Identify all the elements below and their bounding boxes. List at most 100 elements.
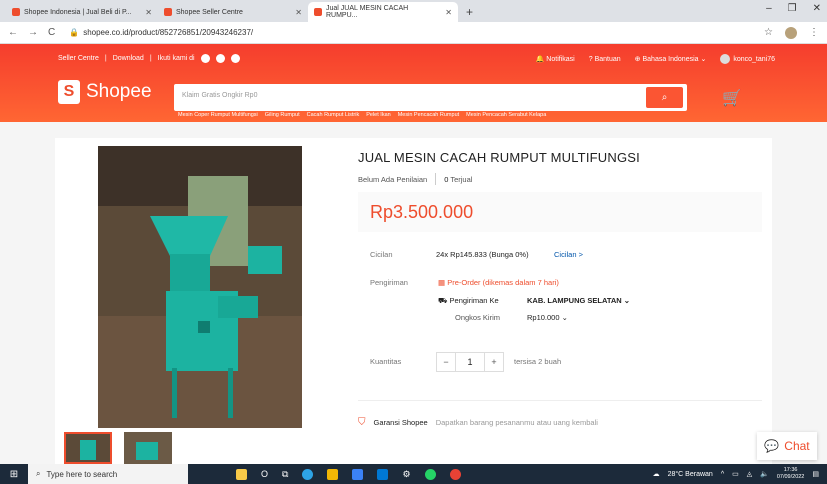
minimize-icon[interactable]: – — [766, 3, 772, 14]
windows-taskbar: ⊞ ⌕ Type here to search O ⧉ ⚙ ☁ 28°C Ber… — [0, 464, 827, 484]
file-explorer-icon[interactable] — [327, 468, 339, 480]
clock[interactable]: 17:36 07/09/2022 — [777, 467, 805, 480]
quantity-label: Kuantitas — [370, 357, 402, 366]
whatsapp-icon[interactable] — [424, 468, 436, 480]
calendar-icon: ▦ — [438, 278, 446, 287]
edge-icon[interactable] — [302, 468, 314, 480]
help-link[interactable]: ? Bantuan — [589, 56, 621, 63]
sold-count: 0 — [444, 174, 449, 184]
chat-bubble-icon: 💬 — [764, 439, 780, 453]
tab-title: Jual JUAL MESIN CACAH RUMPU... — [325, 5, 409, 19]
store-icon[interactable] — [352, 468, 364, 480]
line-icon[interactable] — [230, 54, 240, 63]
close-icon[interactable]: ✕ — [145, 8, 152, 17]
url-text: shopee.co.id/product/852726851/209432462… — [83, 28, 254, 37]
shopee-favicon-icon — [164, 8, 172, 16]
widget-icon[interactable] — [236, 468, 247, 480]
cart-icon[interactable]: 🛒 — [722, 88, 742, 108]
notification-center-icon[interactable]: ▤ — [812, 470, 819, 478]
new-tab-icon[interactable]: + — [466, 5, 473, 19]
product-price: Rp3.500.000 — [370, 202, 474, 222]
menu-dots-icon[interactable]: ⋮ — [809, 27, 819, 38]
quantity-input[interactable]: 1 — [455, 353, 485, 371]
rating-row: Belum Ada Penilaian 0 Terjual — [358, 173, 472, 185]
language-select[interactable]: ⊕ Bahasa Indonesia ⌄ — [635, 55, 707, 63]
chat-button[interactable]: 💬 Chat — [757, 432, 817, 460]
windows-start-icon[interactable]: ⊞ — [0, 469, 28, 480]
browser-tab[interactable]: Shopee Indonesia | Jual Beli di P... ✕ — [6, 2, 158, 22]
facebook-icon[interactable] — [200, 54, 210, 63]
thumbnail-image[interactable] — [64, 432, 112, 464]
ship-to-select[interactable]: KAB. LAMPUNG SELATAN ⌄ — [527, 296, 630, 305]
close-icon[interactable]: ✕ — [445, 8, 452, 17]
keyword-link[interactable]: Mesin Pencacah Serabut Kelapa — [466, 112, 546, 118]
weather-text[interactable]: 28°C Berawan — [668, 471, 713, 478]
thumbnail-image[interactable] — [124, 432, 172, 464]
volume-icon[interactable]: 🔈 — [760, 470, 769, 478]
top-nav: Seller Centre | Download | Ikuti kami di — [58, 54, 240, 63]
search-keywords: Mesin Coper Rumput Multifungsi Giling Ru… — [178, 112, 546, 118]
keyword-link[interactable]: Pelet Ikan — [366, 112, 390, 118]
network-icon[interactable]: ◬ — [747, 470, 752, 478]
system-tray: ☁ 28°C Berawan ^ ▭ ◬ 🔈 17:36 07/09/2022 … — [653, 467, 827, 480]
taskbar-search-input[interactable]: ⌕ Type here to search — [28, 464, 188, 484]
help-icon: ? — [588, 55, 593, 63]
avatar — [720, 54, 731, 64]
installment-label: Cicilan — [370, 250, 393, 259]
seller-centre-link[interactable]: Seller Centre — [58, 55, 99, 62]
bookmark-star-icon[interactable]: ☆ — [764, 27, 773, 38]
ship-cost-label: Ongkos Kirim — [455, 313, 501, 322]
keyword-link[interactable]: Cacah Rumput Listrik — [307, 112, 360, 118]
cortana-icon[interactable]: O — [261, 469, 268, 479]
address-bar: ← → C 🔒 shopee.co.id/product/852726851/20… — [0, 22, 827, 44]
search-button[interactable]: ⌕ — [646, 87, 683, 108]
browser-tab-active[interactable]: Jual JUAL MESIN CACAH RUMPU... ✕ — [308, 2, 458, 22]
taskbar-apps: O ⧉ ⚙ — [236, 468, 461, 480]
truck-icon: ⛟ — [438, 296, 448, 305]
shipping-label: Pengiriman — [370, 278, 408, 287]
tab-title: Shopee Seller Centre — [176, 8, 243, 16]
close-window-icon[interactable]: ✕ — [813, 3, 821, 14]
instagram-icon[interactable] — [215, 54, 225, 63]
back-icon[interactable]: ← — [8, 27, 18, 38]
url-field[interactable]: 🔒 shopee.co.id/product/852726851/20943246… — [69, 28, 253, 37]
profile-avatar[interactable] — [785, 26, 797, 39]
top-right-nav: 🔔 Notifikasi ? Bantuan ⊕ Bahasa Indonesi… — [536, 54, 775, 64]
preorder-badge: ▦ Pre-Order (dikemas dalam 7 hari) — [438, 278, 559, 287]
product-main-image[interactable] — [98, 146, 302, 428]
increase-button[interactable]: + — [485, 353, 503, 371]
download-link[interactable]: Download — [113, 55, 144, 62]
search-input[interactable]: Klaim Gratis Ongkir Rp0 — [182, 92, 257, 99]
shopee-guarantee[interactable]: ⛉ Garansi Shopee Dapatkan barang pesanan… — [358, 417, 598, 428]
battery-icon[interactable]: ▭ — [732, 470, 739, 478]
globe-icon: ⊕ — [634, 56, 641, 63]
ship-cost-select[interactable]: Rp10.000 ⌄ — [527, 313, 568, 322]
reload-icon[interactable]: C — [48, 27, 55, 38]
forward-icon[interactable]: → — [28, 27, 38, 38]
chrome-icon[interactable] — [449, 468, 461, 480]
bell-icon: 🔔 — [535, 56, 545, 63]
keyword-link[interactable]: Giling Rumput — [265, 112, 300, 118]
maximize-icon[interactable]: ❐ — [788, 3, 797, 14]
user-account[interactable]: konco_tani76 — [720, 54, 775, 64]
thumbnail-strip — [64, 432, 172, 464]
installment-link[interactable]: Cicilan > — [554, 250, 583, 259]
keyword-link[interactable]: Mesin Pencacah Rumput — [398, 112, 459, 118]
search-icon: ⌕ — [36, 469, 41, 478]
browser-tab[interactable]: Shopee Seller Centre ✕ — [158, 2, 308, 22]
search-bar[interactable]: Klaim Gratis Ongkir Rp0 ⌕ — [174, 84, 687, 111]
keyword-link[interactable]: Mesin Coper Rumput Multifungsi — [178, 112, 258, 118]
sold-label: Terjual — [450, 174, 473, 184]
shopee-logo[interactable]: S Shopee — [58, 80, 152, 104]
product-title: JUAL MESIN CACAH RUMPUT MULTIFUNGSI — [358, 150, 640, 165]
task-view-icon[interactable]: ⧉ — [282, 469, 288, 480]
rating-text: Belum Ada Penilaian — [358, 174, 428, 184]
decrease-button[interactable]: − — [437, 353, 455, 371]
settings-icon[interactable]: ⚙ — [402, 469, 410, 480]
tray-expand-icon[interactable]: ^ — [721, 471, 724, 478]
close-icon[interactable]: ✕ — [295, 8, 302, 17]
browser-tab-strip: Shopee Indonesia | Jual Beli di P... ✕ S… — [0, 0, 827, 22]
notification-link[interactable]: 🔔 Notifikasi — [536, 55, 575, 63]
mail-icon[interactable] — [377, 468, 389, 480]
shopee-header: Seller Centre | Download | Ikuti kami di 🔔… — [0, 44, 827, 122]
